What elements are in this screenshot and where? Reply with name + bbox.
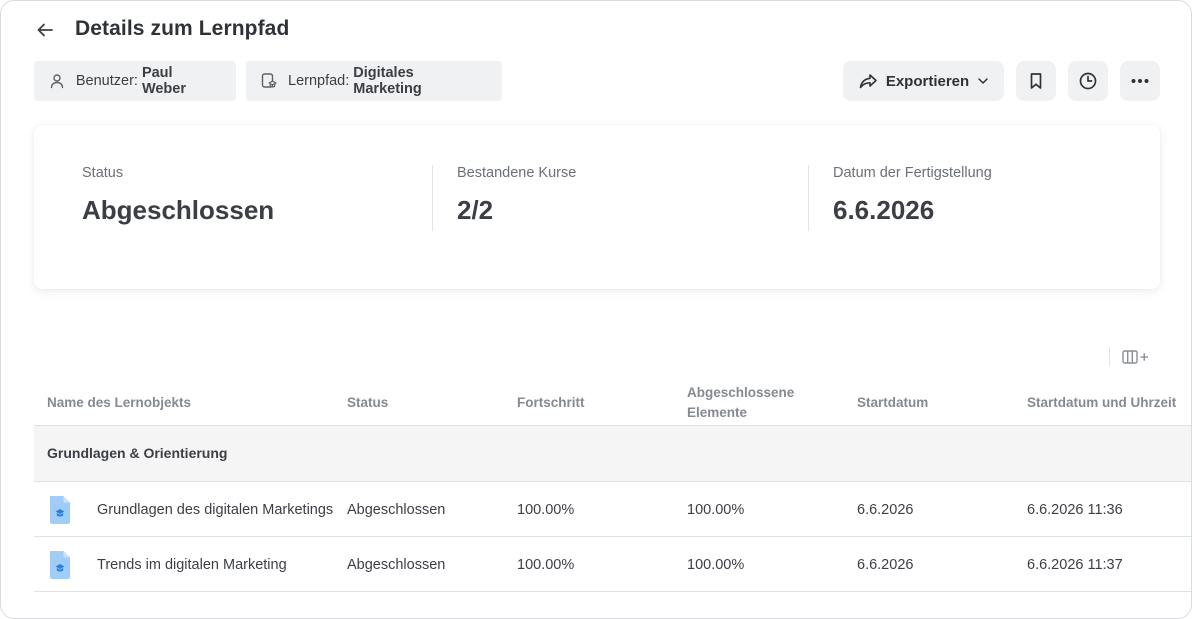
more-horizontal-icon [1131,79,1149,83]
user-icon [48,72,66,90]
app-window: Details zum Lernpfad Benutzer: Paul Webe… [0,0,1192,619]
column-header-status[interactable]: Status [347,379,507,426]
cell-completed-elements: 100.00% [687,556,745,573]
completion-date-label: Datum der Fertigstellung [833,165,992,181]
cell-start-date: 6.6.2026 [857,556,914,573]
cell-start-datetime: 6.6.2026 11:37 [1027,556,1123,573]
arrow-left-icon [37,23,53,37]
status-stat-label: Status [82,165,124,181]
user-filter-key: Benutzer: [75,73,138,89]
cell-start-date: 6.6.2026 [857,501,914,518]
share-forward-icon [859,74,877,89]
toolbar-divider [1109,348,1110,366]
table-group-row: Grundlagen & Orientierung [34,426,1191,482]
page-title: Details zum Lernpfad [75,17,290,40]
table-header: Name des Lernobjekts Status Fortschritt … [34,379,1191,426]
learning-object-name: Trends im digitalen Marketing [97,556,287,573]
user-filter-value: Paul Weber [141,65,186,97]
cell-status: Abgeschlossen [347,501,446,518]
completion-date-stat: Datum der Fertigstellung 6.6.2026 [833,165,992,226]
learning-path-icon [260,72,278,90]
course-document-icon [47,494,73,526]
history-button[interactable] [1068,61,1108,101]
back-button[interactable] [29,15,61,45]
user-filter-chip[interactable]: Benutzer: Paul Weber [34,61,236,101]
add-column-button[interactable] [1119,345,1153,369]
column-header-progress[interactable]: Fortschritt [517,379,677,426]
status-stat: Status Abgeschlossen [82,165,274,226]
bookmark-button[interactable] [1016,61,1056,101]
cell-progress: 100.00% [517,501,575,518]
column-header-completed-elements[interactable]: Abgeschlossene Elemente [687,379,847,426]
cell-completed-elements: 100.00% [687,501,745,518]
summary-card: Status Abgeschlossen Bestandene Kurse 2/… [34,125,1160,289]
learning-path-filter-chip[interactable]: Lernpfad: Digitales Marketing [246,61,502,101]
summary-divider [432,165,433,231]
columns-add-icon [1122,350,1148,364]
clock-icon [1079,72,1097,90]
export-button-label: Exportieren [885,72,970,90]
learning-objects-table: Name des Lernobjekts Status Fortschritt … [34,379,1191,592]
summary-divider [808,165,809,231]
status-stat-value: Abgeschlossen [82,195,275,225]
learning-path-filter-key: Lernpfad: [288,73,350,89]
completion-date-value: 6.6.2026 [833,195,935,225]
column-header-start-datetime[interactable]: Startdatum und Uhrzeit [1027,379,1187,426]
table-row[interactable]: Grundlagen des digitalen Marketings Abge… [34,482,1191,537]
table-row[interactable]: Trends im digitalen Marketing Abgeschlos… [34,537,1191,592]
passed-courses-label: Bestandene Kurse [457,165,577,181]
column-header-start-date[interactable]: Startdatum [857,379,1017,426]
cell-status: Abgeschlossen [347,556,446,573]
cell-progress: 100.00% [517,556,575,573]
cell-name: Grundlagen des digitalen Marketings [47,482,337,537]
chevron-down-icon [978,78,988,84]
more-options-button[interactable] [1120,61,1160,101]
course-document-icon [47,549,73,581]
learning-path-filter-value: Digitales Marketing [353,65,422,97]
passed-courses-stat: Bestandene Kurse 2/2 [457,165,576,226]
cell-start-datetime: 6.6.2026 11:36 [1027,501,1123,518]
learning-object-name: Grundlagen des digitalen Marketings [97,501,334,518]
export-button[interactable]: Exportieren [843,61,1004,101]
bookmark-icon [1030,73,1042,89]
group-label: Grundlagen & Orientierung [47,445,228,461]
cell-name: Trends im digitalen Marketing [47,537,337,592]
passed-courses-value: 2/2 [457,195,494,225]
column-header-name[interactable]: Name des Lernobjekts [47,379,337,426]
